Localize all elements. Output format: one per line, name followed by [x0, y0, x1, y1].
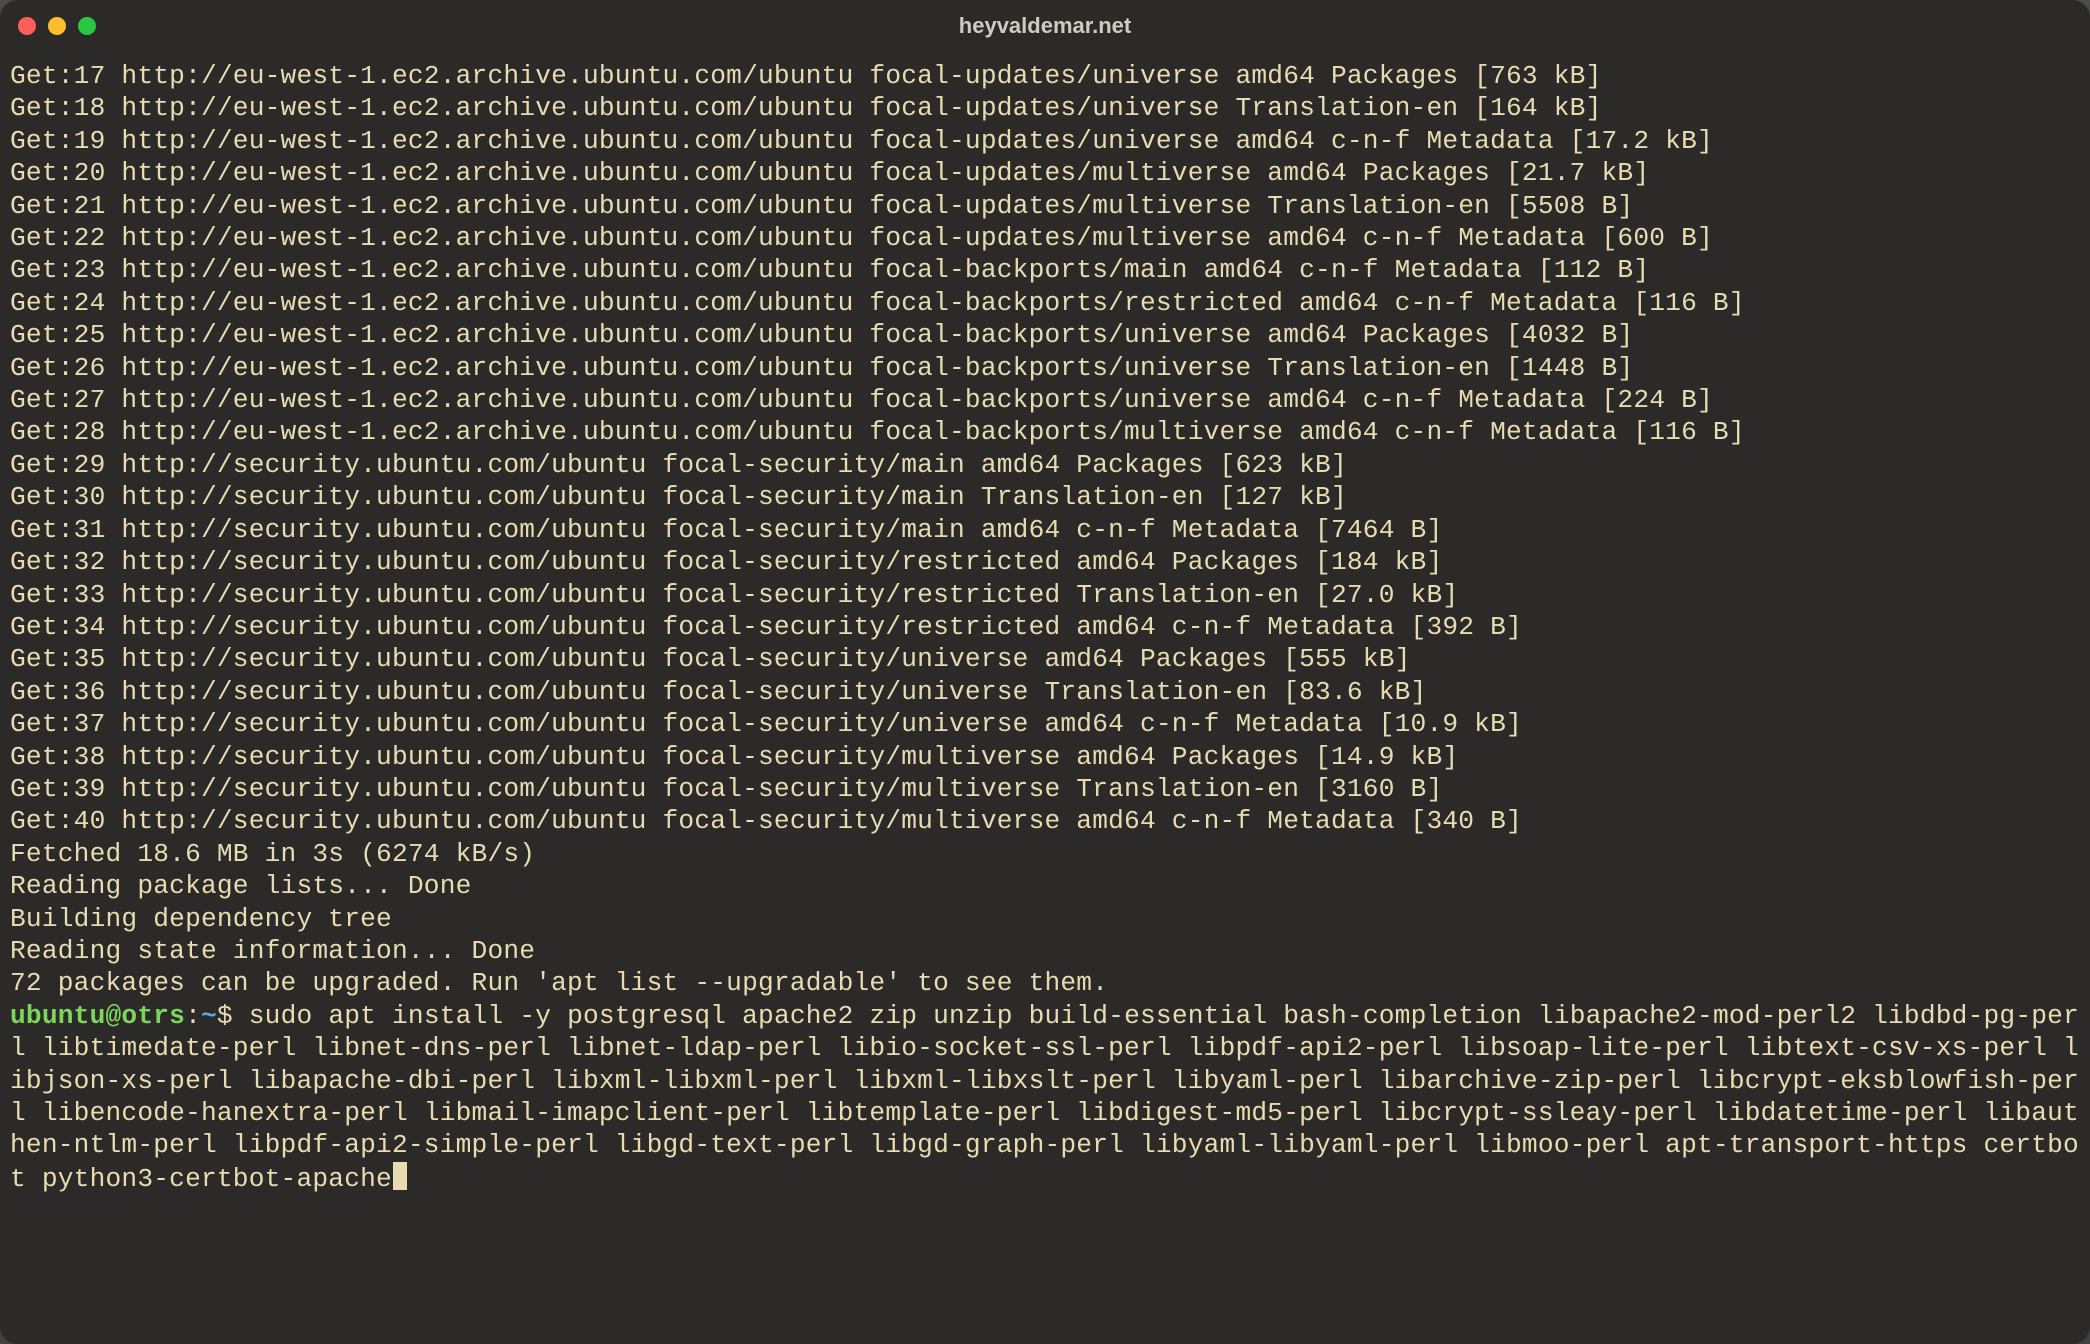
output-line: Get:18 http://eu-west-1.ec2.archive.ubun…: [10, 93, 1602, 123]
output-line: Get:30 http://security.ubuntu.com/ubuntu…: [10, 482, 1347, 512]
zoom-icon[interactable]: [78, 17, 96, 35]
output-line: Get:38 http://security.ubuntu.com/ubuntu…: [10, 742, 1458, 772]
output-line: Get:21 http://eu-west-1.ec2.archive.ubun…: [10, 191, 1633, 221]
output-line: Reading state information... Done: [10, 936, 535, 966]
prompt-user-host: ubuntu@otrs: [10, 1001, 185, 1031]
output-line: Reading package lists... Done: [10, 871, 472, 901]
output-line: Get:19 http://eu-west-1.ec2.archive.ubun…: [10, 126, 1713, 156]
output-line: Get:20 http://eu-west-1.ec2.archive.ubun…: [10, 158, 1649, 188]
output-line: Building dependency tree: [10, 904, 392, 934]
output-line: Get:25 http://eu-west-1.ec2.archive.ubun…: [10, 320, 1633, 350]
prompt-symbol: $: [217, 1001, 249, 1031]
prompt-colon: :: [185, 1001, 201, 1031]
output-line: Get:27 http://eu-west-1.ec2.archive.ubun…: [10, 385, 1713, 415]
output-line: Get:17 http://eu-west-1.ec2.archive.ubun…: [10, 61, 1602, 91]
output-line: Get:35 http://security.ubuntu.com/ubuntu…: [10, 644, 1411, 674]
output-line: Get:23 http://eu-west-1.ec2.archive.ubun…: [10, 255, 1649, 285]
output-line: Get:22 http://eu-west-1.ec2.archive.ubun…: [10, 223, 1713, 253]
output-line: Get:40 http://security.ubuntu.com/ubuntu…: [10, 806, 1522, 836]
output-line: Get:34 http://security.ubuntu.com/ubuntu…: [10, 612, 1522, 642]
output-line: Get:24 http://eu-west-1.ec2.archive.ubun…: [10, 288, 1745, 318]
output-line: Get:33 http://security.ubuntu.com/ubuntu…: [10, 580, 1458, 610]
output-line: Get:32 http://security.ubuntu.com/ubuntu…: [10, 547, 1442, 577]
output-line: Get:31 http://security.ubuntu.com/ubuntu…: [10, 515, 1442, 545]
terminal-window: heyvaldemar.net Get:17 http://eu-west-1.…: [0, 0, 2090, 1344]
close-icon[interactable]: [18, 17, 36, 35]
window-title: heyvaldemar.net: [0, 13, 2090, 39]
output-line: Fetched 18.6 MB in 3s (6274 kB/s): [10, 839, 535, 869]
minimize-icon[interactable]: [48, 17, 66, 35]
window-titlebar: heyvaldemar.net: [0, 0, 2090, 52]
output-line: Get:39 http://security.ubuntu.com/ubuntu…: [10, 774, 1442, 804]
output-line: Get:36 http://security.ubuntu.com/ubuntu…: [10, 677, 1426, 707]
terminal-output[interactable]: Get:17 http://eu-west-1.ec2.archive.ubun…: [0, 52, 2090, 1205]
cursor-icon: [393, 1162, 407, 1190]
output-line: 72 packages can be upgraded. Run 'apt li…: [10, 968, 1108, 998]
output-line: Get:28 http://eu-west-1.ec2.archive.ubun…: [10, 417, 1745, 447]
output-line: Get:29 http://security.ubuntu.com/ubuntu…: [10, 450, 1347, 480]
output-line: Get:26 http://eu-west-1.ec2.archive.ubun…: [10, 353, 1633, 383]
window-controls: [18, 17, 96, 35]
prompt-path: ~: [201, 1001, 217, 1031]
command-input[interactable]: sudo apt install -y postgresql apache2 z…: [10, 1001, 2079, 1194]
output-line: Get:37 http://security.ubuntu.com/ubuntu…: [10, 709, 1522, 739]
